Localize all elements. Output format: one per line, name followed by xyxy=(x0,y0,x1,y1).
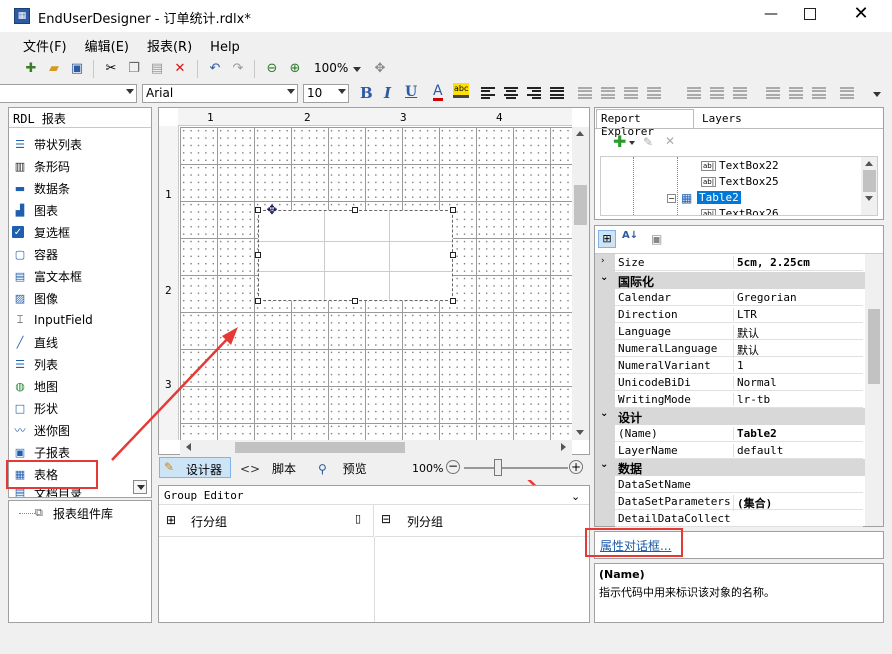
explorer-tree: ab| TextBox22 ab| TextBox25 − ▦ Table2 a… xyxy=(600,156,878,216)
sort-az-icon[interactable]: A↓ xyxy=(622,230,638,241)
prop-calendar[interactable]: Calendar Gregorian xyxy=(615,289,863,306)
group-editor-panel: Group Editor ⌄ ⊞ 行分组 ▯ ⊟ 列分组 xyxy=(158,485,590,623)
zoom-plus-icon[interactable]: + xyxy=(569,460,583,474)
preview-search-icon: ⚲ xyxy=(318,462,327,476)
row-group-icon: ⊞ xyxy=(166,513,177,527)
tab-report-explorer[interactable]: Report Explorer xyxy=(596,109,694,138)
col-group-icon: ⊟ xyxy=(381,512,392,526)
tree-item-table2[interactable]: Table2 xyxy=(697,191,741,204)
table-icon: ▦ xyxy=(681,191,693,205)
collapse-icon[interactable]: ⌄ xyxy=(571,490,580,503)
prop-detail-data-collection[interactable]: DetailDataCollectio xyxy=(615,510,863,527)
tab-designer[interactable]: ✎ 设计器 xyxy=(159,457,231,478)
prop-numeral-variant[interactable]: NumeralVariant 1 xyxy=(615,357,863,374)
code-icon: <> xyxy=(240,462,261,476)
prop-dataset-name[interactable]: DataSetName xyxy=(615,476,863,493)
status-bar xyxy=(0,627,892,654)
category-globalization[interactable]: ⌄ 国际化 xyxy=(595,272,865,289)
property-pages-icon[interactable]: ▣ xyxy=(651,232,662,246)
textbox-icon: ab| xyxy=(701,209,717,215)
prop-layer-name[interactable]: LayerName default xyxy=(615,442,863,459)
property-scrollbar[interactable] xyxy=(865,254,883,526)
report-explorer-panel: Report Explorer Layers ✚ ✎ ✕ ab| TextBox… xyxy=(594,107,884,220)
zoom-minus-icon[interactable]: − xyxy=(446,460,460,474)
collapse-node-icon[interactable]: − xyxy=(667,194,676,203)
prop-unicode-bidi[interactable]: UnicodeBiDi Normal xyxy=(615,374,863,391)
tree-item-textbox22[interactable]: TextBox22 xyxy=(719,159,779,172)
prop-size[interactable]: Size 5cm, 2.25cm xyxy=(615,254,863,271)
add-icon[interactable]: ✚ xyxy=(613,132,626,151)
expand-icon[interactable]: › xyxy=(601,256,605,266)
edit-icon[interactable]: ✎ xyxy=(643,135,653,149)
tab-preview[interactable]: ⚲ 预览 xyxy=(318,460,367,477)
remove-icon[interactable]: ✕ xyxy=(665,134,675,148)
collapse-category-icon[interactable]: ⌄ xyxy=(600,459,608,470)
row-group-header: ⊞ 行分组 ▯ xyxy=(159,505,374,537)
design-tabs-bar: ✎ 设计器 <> 脚本 ⚲ 预览 100% − + xyxy=(158,456,590,480)
category-design[interactable]: ⌄ 设计 xyxy=(595,408,865,425)
prop-language[interactable]: Language 默认 xyxy=(615,323,863,341)
explorer-scrollbar[interactable] xyxy=(861,157,877,215)
prop-numeral-language[interactable]: NumeralLanguage 默认 xyxy=(615,340,863,358)
tree-item-textbox25[interactable]: TextBox25 xyxy=(719,175,779,188)
row-group-drag-icon: ▯ xyxy=(355,512,362,525)
prop-dataset-parameters[interactable]: DataSetParameters (集合) xyxy=(615,493,863,511)
tab-layers[interactable]: Layers xyxy=(698,111,746,126)
textbox-icon: ab| xyxy=(701,161,717,171)
collapse-category-icon[interactable]: ⌄ xyxy=(600,408,608,419)
group-editor-title: Group Editor xyxy=(164,489,244,502)
property-description: (Name) 指示代码中用来标识该对象的名称。 xyxy=(594,563,884,623)
prop-writing-mode[interactable]: WritingMode lr-tb xyxy=(615,391,863,408)
description-title: (Name) xyxy=(599,568,645,581)
description-text: 指示代码中用来标识该对象的名称。 xyxy=(599,586,775,599)
add-dropdown-icon[interactable] xyxy=(629,141,635,145)
textbox-icon: ab| xyxy=(701,177,717,187)
property-scroll-thumb[interactable] xyxy=(868,309,880,384)
tab-script[interactable]: <> 脚本 xyxy=(240,460,296,477)
category-data[interactable]: ⌄ 数据 xyxy=(595,459,865,476)
collapse-category-icon[interactable]: ⌄ xyxy=(600,272,608,283)
zoom-slider-thumb[interactable] xyxy=(494,459,502,476)
prop-direction[interactable]: Direction LTR xyxy=(615,306,863,323)
zoom-slider[interactable] xyxy=(464,467,568,469)
zoom-percent: 100% xyxy=(412,462,444,475)
col-group-header: ⊟ 列分组 xyxy=(375,505,589,537)
prop-name[interactable]: (Name) Table2 xyxy=(615,425,863,442)
tree-item-textbox26[interactable]: TextBox26 xyxy=(719,207,779,215)
categorized-icon[interactable]: ⊞ xyxy=(598,230,616,248)
property-grid: ⊞ A↓ ▣ › Size 5cm, 2.25cm ⌄ 国际化 Calendar Gr… xyxy=(594,225,884,527)
highlight-property-link xyxy=(585,528,683,557)
pencil-icon: ✎ xyxy=(164,460,175,474)
